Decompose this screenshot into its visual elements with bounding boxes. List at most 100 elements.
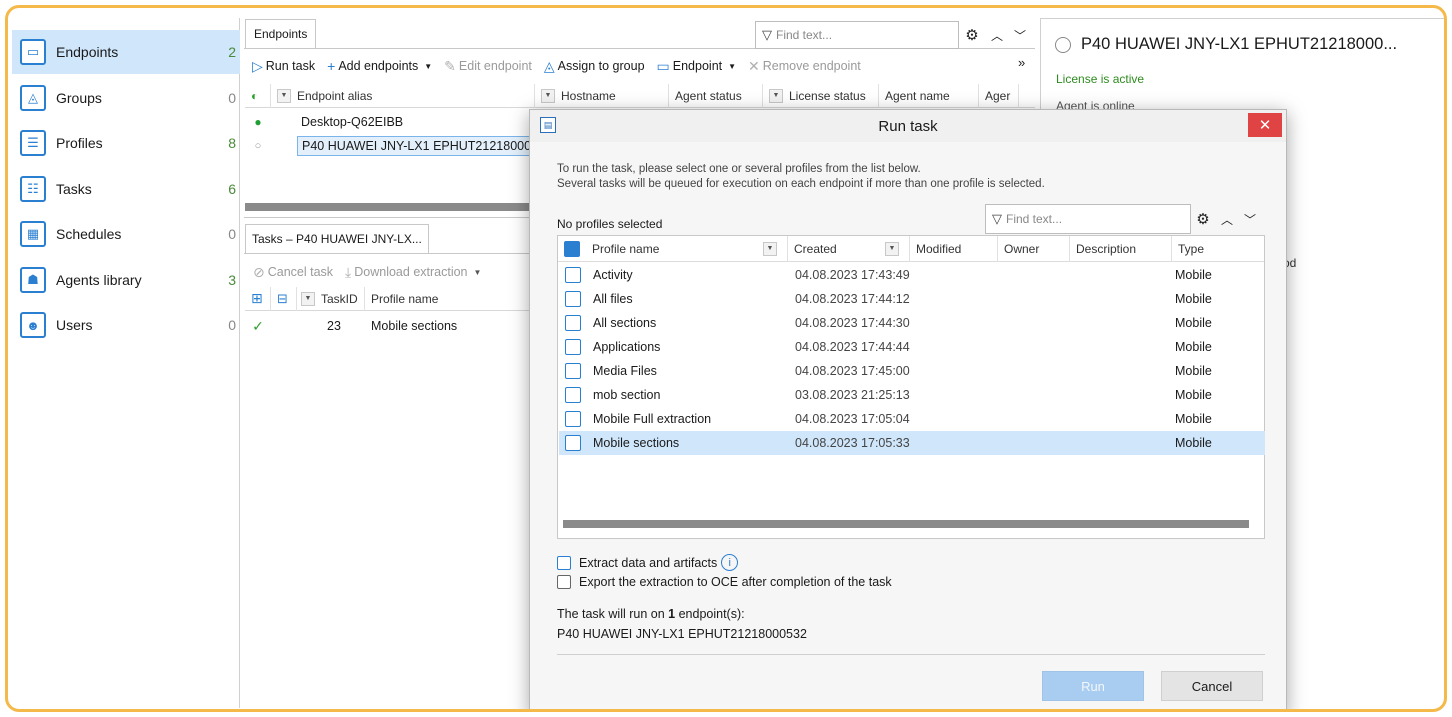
column-agent-status[interactable]: Agent status — [669, 83, 763, 108]
column-license-status[interactable]: ▼ License status — [763, 83, 879, 108]
sidebar-item-schedules[interactable]: ▦ Schedules 0 — [12, 212, 240, 256]
profile-checkbox[interactable] — [559, 339, 587, 355]
profile-checkbox[interactable] — [559, 267, 587, 283]
column-owner[interactable]: Owner — [998, 235, 1070, 262]
grid-icon[interactable]: ⊞ — [245, 286, 271, 311]
column-task-id[interactable]: ▼ TaskID — [297, 286, 365, 311]
select-all-checkbox[interactable] — [558, 240, 586, 257]
chevron-down-icon: ▼ — [473, 267, 482, 277]
column-label: Agent status — [675, 88, 742, 103]
table-row[interactable]: ✓ 23 Mobile sections — [245, 314, 535, 338]
instruction-line: To run the task, please select one or se… — [557, 163, 921, 175]
tab-tasks[interactable]: Tasks – P40 HUAWEI JNY-LX... — [245, 224, 429, 254]
column-label: Hostname — [561, 88, 616, 103]
group-panel-icon[interactable]: ⊟ — [271, 286, 297, 311]
add-endpoints-button[interactable]: + Add endpoints ▼ — [327, 58, 432, 74]
assign-to-group-label: Assign to group — [557, 59, 645, 73]
profile-name: Media Files — [593, 364, 657, 378]
sidebar-item-tasks[interactable]: ☷ Tasks 6 — [12, 167, 240, 211]
overflow-icon[interactable]: » — [1018, 55, 1025, 70]
column-agent-name[interactable]: Agent name — [879, 83, 979, 108]
cancel-task-button[interactable]: ⊘ Cancel task — [253, 264, 333, 281]
cancel-icon: ⊘ — [253, 263, 265, 280]
horizontal-scrollbar[interactable] — [245, 203, 535, 211]
endpoint-menu-button[interactable]: ▭ Endpoint ▼ — [657, 58, 737, 75]
tab-endpoints[interactable]: Endpoints — [245, 19, 317, 49]
list-item[interactable]: Media Files 04.08.2023 17:45:00 Mobile — [559, 359, 1265, 383]
edit-endpoint-button[interactable]: ✎ Edit endpoint — [444, 58, 532, 75]
extract-data-label: Extract data and artifacts — [579, 555, 718, 570]
checkbox-icon[interactable] — [557, 575, 571, 589]
profile-created: 04.08.2023 17:44:30 — [795, 316, 910, 330]
column-type[interactable]: Type — [1172, 236, 1264, 262]
sidebar-item-count: 0 — [228, 226, 236, 242]
gear-icon[interactable]: ⚙ — [1192, 206, 1214, 232]
profile-checkbox[interactable] — [559, 315, 587, 331]
download-extraction-button[interactable]: ⤓ Download extraction ▼ — [345, 264, 481, 281]
chevron-up-icon[interactable]: ︿ — [986, 22, 1008, 48]
column-profile-name[interactable]: Profile name — [365, 286, 535, 311]
filter-dropdown-icon[interactable]: ▼ — [763, 241, 777, 256]
sidebar-item-groups[interactable]: ◬ Groups 0 — [12, 76, 240, 120]
checkbox-icon — [565, 435, 581, 451]
column-agent-version[interactable]: Ager — [979, 83, 1019, 108]
info-icon[interactable]: i — [721, 554, 739, 571]
column-modified[interactable]: Modified — [910, 235, 998, 262]
sidebar-item-agents-library[interactable]: ☗ Agents library 3 — [12, 258, 240, 302]
table-row[interactable]: ● Desktop-Q62EIBB — [245, 110, 535, 134]
table-row[interactable]: ○ P40 HUAWEI JNY-LX1 EPHUT2121800053 — [245, 134, 535, 158]
extract-data-option[interactable]: Extract data and artifacts i — [557, 554, 739, 571]
filter-dropdown-icon[interactable]: ▼ — [301, 291, 315, 306]
close-button[interactable]: ✕ — [1248, 113, 1282, 137]
checkbox-icon — [565, 315, 581, 331]
profile-checkbox[interactable] — [559, 411, 587, 427]
column-description[interactable]: Description — [1070, 235, 1172, 262]
cancel-button[interactable]: Cancel — [1161, 671, 1263, 701]
column-hostname[interactable]: ▼ Hostname — [535, 83, 669, 108]
list-item[interactable]: Mobile sections 04.08.2023 17:05:33 Mobile — [559, 431, 1265, 455]
status-column-icon: ◐ — [245, 83, 271, 108]
instruction-line: Several tasks will be queued for executi… — [557, 178, 1045, 190]
profile-checkbox[interactable] — [559, 435, 587, 451]
tasks-grid-header: ⊞ ⊟ ▼ TaskID Profile name — [245, 286, 535, 311]
run-button[interactable]: Run — [1042, 671, 1144, 701]
chevron-down-icon[interactable]: ﹀ — [1009, 22, 1031, 48]
filter-dropdown-icon[interactable]: ▼ — [769, 88, 783, 103]
list-item[interactable]: All files 04.08.2023 17:44:12 Mobile — [559, 287, 1265, 311]
filter-dropdown-icon[interactable]: ▼ — [541, 88, 555, 103]
profile-checkbox[interactable] — [559, 291, 587, 307]
assign-to-group-button[interactable]: ◬ Assign to group — [544, 58, 645, 75]
column-created[interactable]: Created ▼ — [788, 235, 910, 262]
filter-dropdown-icon[interactable]: ▼ — [277, 88, 291, 103]
divider — [244, 253, 544, 254]
endpoint-search-input[interactable]: ▽ Find text... — [755, 21, 959, 49]
sidebar-item-label: Tasks — [56, 180, 92, 197]
column-profile-name[interactable]: Profile name ▼ — [586, 235, 788, 262]
horizontal-scrollbar[interactable] — [563, 520, 1249, 528]
list-item[interactable]: Applications 04.08.2023 17:44:44 Mobile — [559, 335, 1265, 359]
list-item[interactable]: mob section 03.08.2023 21:25:13 Mobile — [559, 383, 1265, 407]
sidebar-item-profiles[interactable]: ☰ Profiles 8 — [12, 121, 240, 165]
profile-checkbox[interactable] — [559, 363, 587, 379]
sidebar-item-count: 6 — [228, 180, 236, 197]
filter-dropdown-icon[interactable]: ▼ — [885, 241, 899, 256]
chevron-up-icon[interactable]: ︿ — [1216, 206, 1238, 232]
divider — [1040, 18, 1444, 19]
sidebar-item-users[interactable]: ☻ Users 0 — [12, 303, 240, 347]
run-task-button[interactable]: ▷ Run task — [252, 58, 315, 75]
remove-endpoint-button[interactable]: ✕ Remove endpoint — [748, 58, 861, 75]
profile-search-input[interactable]: ▽ Find text... — [985, 204, 1191, 234]
checkbox-icon[interactable] — [557, 555, 571, 570]
list-item[interactable]: All sections 04.08.2023 17:44:30 Mobile — [559, 311, 1265, 335]
close-icon: ✕ — [748, 57, 760, 74]
profile-checkbox[interactable] — [559, 387, 587, 403]
export-oce-option[interactable]: Export the extraction to OCE after compl… — [557, 575, 892, 589]
column-endpoint-alias[interactable]: ▼ Endpoint alias — [271, 83, 535, 108]
profile-type: Mobile — [1175, 388, 1212, 402]
sidebar-item-endpoints[interactable]: ▭ Endpoints 2 — [12, 30, 240, 74]
chevron-down-icon[interactable]: ﹀ — [1239, 206, 1261, 232]
profile-name: Mobile Full extraction — [593, 412, 712, 426]
gear-icon[interactable]: ⚙ — [961, 22, 983, 48]
list-item[interactable]: Activity 04.08.2023 17:43:49 Mobile — [559, 263, 1265, 287]
list-item[interactable]: Mobile Full extraction 04.08.2023 17:05:0… — [559, 407, 1265, 431]
